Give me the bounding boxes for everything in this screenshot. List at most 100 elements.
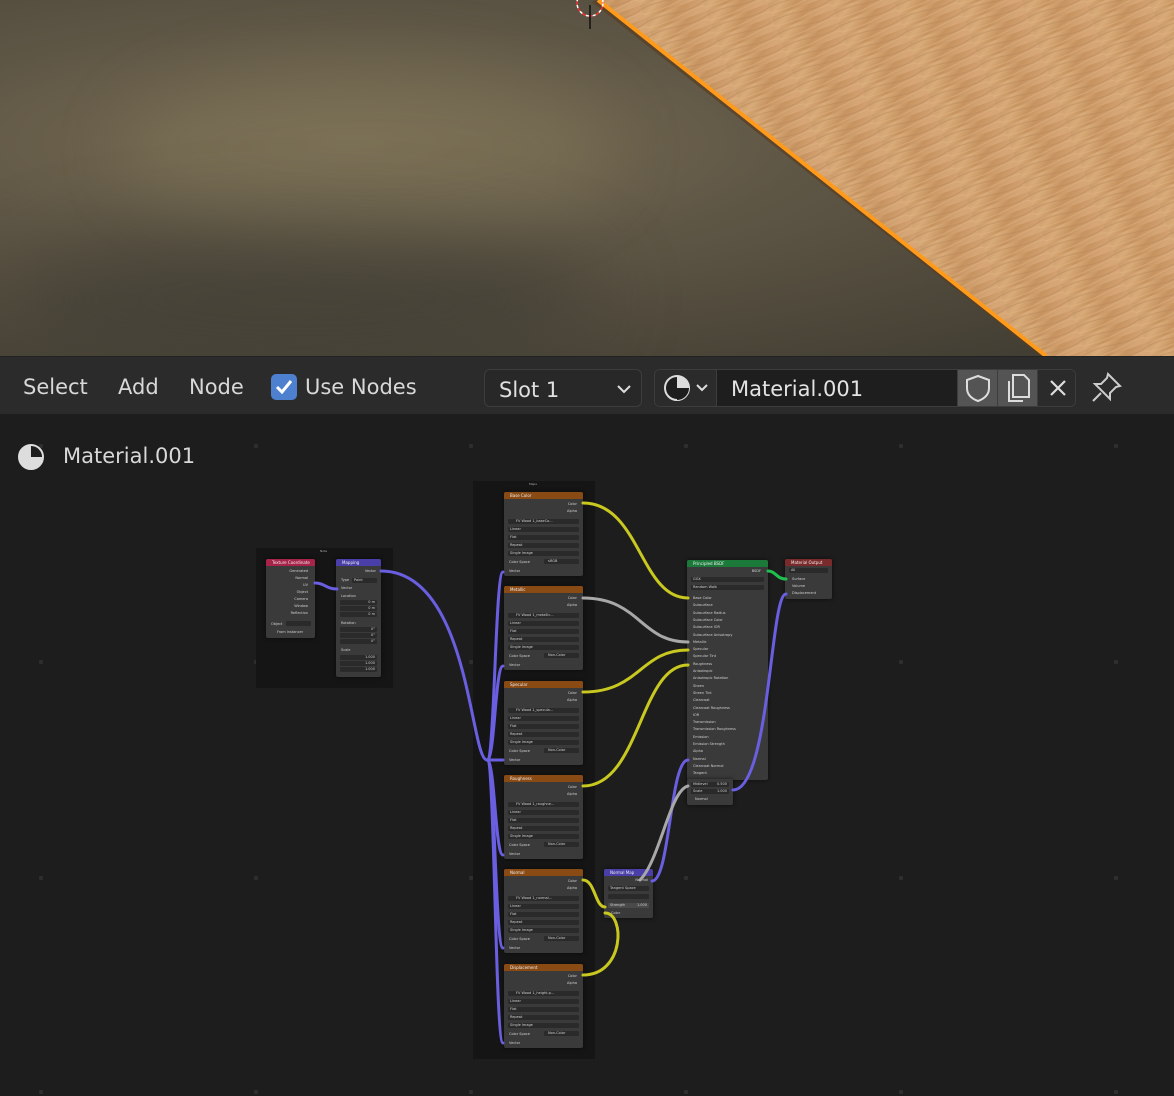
- type-dropdown[interactable]: Point: [352, 578, 377, 583]
- bsdf-input-row[interactable]: Base Color: [693, 596, 712, 600]
- uv-map-field[interactable]: [608, 894, 649, 899]
- texture-coordinate-node[interactable]: Texture Coordinate Generated Normal UV O…: [266, 559, 315, 638]
- scale-y-field[interactable]: 1.000: [340, 661, 377, 666]
- color-space-dropdown[interactable]: Non-Color: [544, 748, 579, 753]
- pin-button[interactable]: [1088, 370, 1124, 406]
- rot-x-field[interactable]: 0°: [340, 627, 377, 632]
- rot-z-field[interactable]: 0°: [340, 639, 377, 644]
- bsdf-input-row[interactable]: Sheen: [693, 684, 704, 688]
- image-texture-node[interactable]: Base Color Color Alpha FV Wood 1_baseCo... L…: [504, 492, 583, 576]
- object-field[interactable]: [286, 621, 311, 626]
- bsdf-input-row[interactable]: Sheen Tint: [693, 691, 712, 695]
- bsdf-input-row[interactable]: Specular Tint: [693, 654, 716, 658]
- menu-add[interactable]: Add: [118, 375, 159, 399]
- color-space-dropdown[interactable]: Non-Color: [544, 936, 579, 941]
- image-texture-node[interactable]: Roughness Color Alpha FV Wood 1_roughne... L…: [504, 775, 583, 859]
- bsdf-input-row[interactable]: Clearcoat: [693, 698, 710, 702]
- bsdf-input-row[interactable]: Subsurface Anisotropy: [693, 633, 732, 637]
- fake-user-button[interactable]: [957, 370, 997, 406]
- extension-dropdown[interactable]: Repeat: [508, 543, 579, 548]
- color-space-dropdown[interactable]: Non-Color: [544, 653, 579, 658]
- projection-dropdown[interactable]: Flat: [508, 629, 579, 634]
- source-dropdown[interactable]: Single Image: [508, 1023, 579, 1028]
- bsdf-input-row[interactable]: Clearcoat Normal: [693, 764, 723, 768]
- projection-dropdown[interactable]: Flat: [508, 1007, 579, 1012]
- interpolation-dropdown[interactable]: Linear: [508, 999, 579, 1004]
- bsdf-input-row[interactable]: Anisotropic: [693, 669, 713, 673]
- color-space-dropdown[interactable]: Non-Color: [544, 842, 579, 847]
- scale-z-field[interactable]: 1.000: [340, 667, 377, 672]
- bsdf-input-row[interactable]: Transmission Roughness: [693, 727, 736, 731]
- extension-dropdown[interactable]: Repeat: [508, 637, 579, 642]
- color-space-dropdown[interactable]: Non-Color: [544, 1031, 579, 1036]
- material-output-node[interactable]: Material Output All Surface Volume Displ…: [785, 559, 832, 599]
- bsdf-input-row[interactable]: Anisotropic Rotation: [693, 676, 728, 680]
- loc-x-field[interactable]: 0 m: [340, 600, 377, 605]
- bsdf-input-row[interactable]: Roughness: [693, 662, 712, 666]
- use-nodes-checkbox[interactable]: [271, 374, 297, 400]
- image-file-field[interactable]: FV Wood 1_height.p...: [508, 991, 579, 996]
- extension-dropdown[interactable]: Repeat: [508, 826, 579, 831]
- interpolation-dropdown[interactable]: Linear: [508, 810, 579, 815]
- bsdf-input-row[interactable]: Subsurface IOR: [693, 625, 720, 629]
- bsdf-input-row[interactable]: Subsurface Radius: [693, 611, 725, 615]
- source-dropdown[interactable]: Single Image: [508, 551, 579, 556]
- extension-dropdown[interactable]: Repeat: [508, 732, 579, 737]
- image-texture-node[interactable]: Normal Color Alpha FV Wood 1_normal... Linea…: [504, 869, 583, 953]
- menu-select[interactable]: Select: [23, 375, 88, 399]
- source-dropdown[interactable]: Single Image: [508, 928, 579, 933]
- bsdf-input-row[interactable]: Subsurface Color: [693, 618, 723, 622]
- duplicate-material-button[interactable]: [997, 370, 1037, 406]
- rot-y-field[interactable]: 0°: [340, 633, 377, 638]
- bsdf-input-row[interactable]: Clearcoat Roughness: [693, 706, 730, 710]
- source-dropdown[interactable]: Single Image: [508, 645, 579, 650]
- bsdf-input-row[interactable]: Specular: [693, 647, 708, 651]
- principled-bsdf-node[interactable]: Principled BSDF BSDF GGX Random Walk Bas…: [687, 560, 768, 780]
- source-dropdown[interactable]: Single Image: [508, 740, 579, 745]
- distribution-dropdown[interactable]: GGX: [691, 577, 764, 582]
- menu-node[interactable]: Node: [189, 375, 244, 399]
- interpolation-dropdown[interactable]: Linear: [508, 527, 579, 532]
- loc-z-field[interactable]: 0 m: [340, 612, 377, 617]
- source-dropdown[interactable]: Single Image: [508, 834, 579, 839]
- bsdf-input-row[interactable]: Metallic: [693, 640, 707, 644]
- scale-x-field[interactable]: 1.000: [340, 655, 377, 660]
- extension-dropdown[interactable]: Repeat: [508, 920, 579, 925]
- projection-dropdown[interactable]: Flat: [508, 912, 579, 917]
- 3d-viewport[interactable]: [0, 0, 1174, 356]
- browse-material-button[interactable]: [655, 370, 717, 406]
- image-file-field[interactable]: FV Wood 1_baseCo...: [508, 519, 579, 524]
- mapping-node[interactable]: Mapping Vector Type Point Vector Locatio…: [336, 559, 381, 677]
- unlink-material-button[interactable]: [1037, 370, 1075, 406]
- bsdf-input-row[interactable]: Normal: [693, 757, 706, 761]
- image-file-field[interactable]: FV Wood 1_roughne...: [508, 802, 579, 807]
- bsdf-input-row[interactable]: Transmission: [693, 720, 716, 724]
- image-file-field[interactable]: FV Wood 1_normal...: [508, 896, 579, 901]
- space-dropdown[interactable]: Tangent Space: [608, 886, 649, 891]
- target-dropdown[interactable]: All: [789, 568, 828, 573]
- normal-map-node[interactable]: Normal Map Normal Tangent Space Strength…: [604, 869, 653, 918]
- image-texture-node[interactable]: Displacement Color Alpha FV Wood 1_height.p…: [504, 964, 583, 1048]
- subsurface-method-dropdown[interactable]: Random Walk: [691, 585, 764, 590]
- image-texture-node[interactable]: Metallic Color Alpha FV Wood 1_metallic... L…: [504, 586, 583, 670]
- extension-dropdown[interactable]: Repeat: [508, 1015, 579, 1020]
- interpolation-dropdown[interactable]: Linear: [508, 621, 579, 626]
- loc-y-field[interactable]: 0 m: [340, 606, 377, 611]
- projection-dropdown[interactable]: Flat: [508, 724, 579, 729]
- interpolation-dropdown[interactable]: Linear: [508, 904, 579, 909]
- bsdf-input-row[interactable]: IOR: [693, 713, 699, 717]
- bsdf-input-row[interactable]: Emission: [693, 735, 709, 739]
- projection-dropdown[interactable]: Flat: [508, 818, 579, 823]
- image-texture-node[interactable]: Specular Color Alpha FV Wood 1_specula... Li…: [504, 681, 583, 765]
- midlevel-field[interactable]: Midlevel 0.500: [691, 782, 729, 787]
- image-file-field[interactable]: FV Wood 1_metallic...: [508, 613, 579, 618]
- bsdf-input-row[interactable]: Tangent: [693, 771, 707, 775]
- material-name-field[interactable]: Material.001: [717, 370, 957, 406]
- image-file-field[interactable]: FV Wood 1_specula...: [508, 708, 579, 713]
- bsdf-input-row[interactable]: Emission Strength: [693, 742, 725, 746]
- bsdf-input-row[interactable]: Alpha: [693, 749, 703, 753]
- projection-dropdown[interactable]: Flat: [508, 535, 579, 540]
- bsdf-input-row[interactable]: Subsurface: [693, 603, 713, 607]
- color-space-dropdown[interactable]: sRGB: [544, 559, 579, 564]
- scale-field[interactable]: Scale 1.000: [691, 789, 729, 794]
